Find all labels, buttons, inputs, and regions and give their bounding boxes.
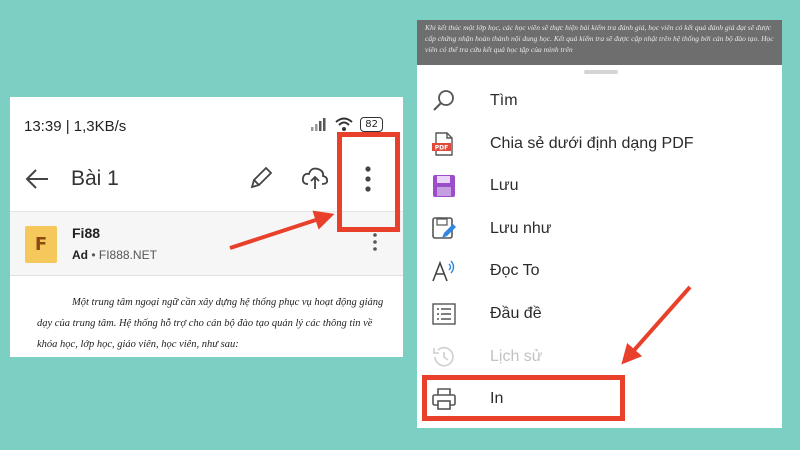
arrow-to-print: [621, 285, 692, 365]
arrow-to-more-options: [229, 210, 335, 250]
annotation-arrows: [229, 210, 692, 365]
